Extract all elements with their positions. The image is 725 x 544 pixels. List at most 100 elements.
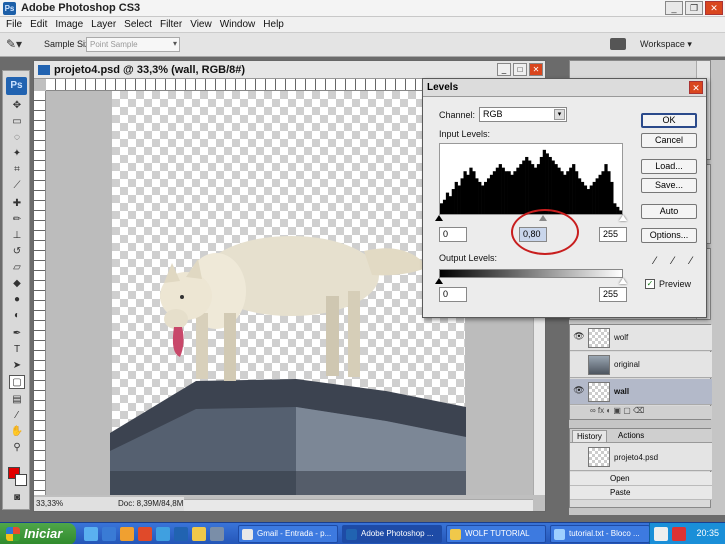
eye-icon[interactable]: 👁	[573, 385, 585, 397]
eye-icon[interactable]: 👁	[573, 331, 585, 343]
histogram-bar	[616, 206, 620, 214]
history-step[interactable]: Open	[570, 472, 712, 486]
output-black-field[interactable]: 0	[439, 287, 467, 302]
background-color-swatch[interactable]	[15, 474, 27, 486]
antivirus-icon[interactable]	[672, 527, 686, 541]
menu-filter[interactable]: Filter	[156, 19, 186, 30]
wolf-ear-left	[164, 263, 180, 283]
input-black-field[interactable]: 0	[439, 227, 467, 242]
task-wolf-tutorial[interactable]: WOLF TUTORIAL	[446, 525, 546, 543]
menu-layer[interactable]: Layer	[87, 19, 120, 30]
menu-image[interactable]: Image	[51, 19, 87, 30]
menu-view[interactable]: View	[186, 19, 216, 30]
tab-actions[interactable]: Actions	[614, 430, 648, 442]
shape-icon[interactable]: ▢	[9, 375, 25, 389]
preview-checkbox[interactable]: ✓	[645, 279, 655, 289]
auto-button[interactable]: Auto	[641, 204, 697, 219]
workspace-button[interactable]: Workspace ▾	[610, 36, 694, 53]
doc-minimize-button[interactable]: _	[497, 63, 511, 76]
dodge-icon[interactable]: ◐	[9, 309, 25, 323]
ps-logo-icon[interactable]: Ps	[6, 77, 27, 95]
white-eyedropper-icon[interactable]: ⁄	[685, 255, 697, 269]
layer-row-wolf[interactable]: 👁 wolf	[570, 325, 712, 351]
output-white-handle[interactable]	[619, 278, 627, 284]
history-brush-icon[interactable]: ↺	[9, 245, 25, 259]
clock[interactable]: 20:35	[696, 528, 719, 538]
messenger-icon[interactable]	[156, 527, 170, 541]
sample-size-select[interactable]: Point Sample ▾	[86, 37, 180, 52]
healing-icon[interactable]: ✚	[9, 197, 25, 211]
close-button[interactable]: ✕	[705, 1, 723, 15]
eyedropper-icon[interactable]: ⁄	[9, 409, 25, 423]
channel-select[interactable]: RGB ▾	[479, 107, 567, 122]
media-icon[interactable]	[138, 527, 152, 541]
brush-icon[interactable]: ✏	[9, 213, 25, 227]
eraser-icon[interactable]: ▱	[9, 261, 25, 275]
menu-help[interactable]: Help	[259, 19, 288, 30]
restore-button[interactable]: ❐	[685, 1, 703, 15]
histogram-bar	[478, 181, 482, 214]
doc-size-info[interactable]: Doc: 8,39M/84,8M	[118, 499, 183, 508]
doc-maximize-button[interactable]: □	[513, 63, 527, 76]
eyedropper-tool-preset-icon[interactable]: ✎▾	[6, 37, 30, 53]
network-icon[interactable]	[654, 527, 668, 541]
toolbox: Ps ✥ ▭ ◌ ✦ ⌗ ⟋ ✚ ✏ ⊥ ↺ ▱ ◆ ● ◐ ✒ T ➤ ▢ ▤…	[2, 70, 30, 510]
folder-icon[interactable]	[192, 527, 206, 541]
menu-file[interactable]: File	[2, 19, 26, 30]
output-levels-slider[interactable]	[435, 278, 627, 286]
path-select-icon[interactable]: ➤	[9, 359, 25, 373]
notes-icon[interactable]: ▤	[9, 393, 25, 407]
input-white-handle[interactable]	[619, 215, 627, 221]
type-icon[interactable]: T	[9, 343, 25, 357]
firefox-icon[interactable]	[120, 527, 134, 541]
save-button[interactable]: Save...	[641, 178, 697, 193]
input-black-handle[interactable]	[435, 215, 443, 221]
doc-close-button[interactable]: ✕	[529, 63, 543, 76]
hand-icon[interactable]: ✋	[9, 425, 25, 439]
task-photoshop[interactable]: Adobe Photoshop ...	[342, 525, 442, 543]
history-step[interactable]: Paste	[570, 486, 712, 500]
options-button[interactable]: Options...	[641, 228, 697, 243]
black-eyedropper-icon[interactable]: ⁄	[649, 255, 661, 269]
layer-row-wall[interactable]: 👁 wall	[570, 379, 712, 405]
zoom-level[interactable]: 33,33%	[36, 499, 63, 508]
zoom-icon[interactable]: ⚲	[9, 441, 25, 455]
start-button[interactable]: Iniciar	[0, 523, 76, 544]
minimize-button[interactable]: _	[665, 1, 683, 15]
menu-window[interactable]: Window	[216, 19, 260, 30]
crop-icon[interactable]: ⌗	[9, 163, 25, 177]
menu-edit[interactable]: Edit	[26, 19, 51, 30]
tab-history[interactable]: History	[572, 430, 607, 442]
lasso-icon[interactable]: ◌	[9, 131, 25, 145]
ie-icon[interactable]	[102, 527, 116, 541]
magic-wand-icon[interactable]: ✦	[9, 147, 25, 161]
quick-mask-icon[interactable]: ◙	[9, 491, 25, 505]
task-notepad[interactable]: tutorial.txt - Bloco ...	[550, 525, 650, 543]
blur-icon[interactable]: ●	[9, 293, 25, 307]
desktop-icon[interactable]	[84, 527, 98, 541]
pen-icon[interactable]: ✒	[9, 327, 25, 341]
histogram-bar	[484, 181, 488, 214]
move-icon[interactable]: ✥	[9, 99, 25, 113]
output-black-handle[interactable]	[435, 278, 443, 284]
app-icon[interactable]	[210, 527, 224, 541]
bucket-icon[interactable]: ◆	[9, 277, 25, 291]
gray-eyedropper-icon[interactable]: ⁄	[667, 255, 679, 269]
marquee-icon[interactable]: ▭	[9, 115, 25, 129]
slice-icon[interactable]: ⟋	[9, 179, 25, 193]
load-button[interactable]: Load...	[641, 159, 697, 174]
ok-button[interactable]: OK	[641, 113, 697, 128]
stamp-icon[interactable]: ⊥	[9, 229, 25, 243]
output-white-field[interactable]: 255	[599, 287, 627, 302]
levels-close-button[interactable]: ✕	[689, 81, 703, 94]
task-gmail[interactable]: Gmail - Entrada - p...	[238, 525, 338, 543]
menu-select[interactable]: Select	[120, 19, 156, 30]
histogram-bar	[469, 167, 473, 214]
cancel-button[interactable]: Cancel	[641, 133, 697, 148]
history-snapshot[interactable]: projeto4.psd	[570, 443, 712, 471]
layer-row-original[interactable]: original	[570, 352, 712, 378]
document-statusbar: 33,33% Doc: 8,39M/84,8M	[34, 497, 184, 511]
input-white-field[interactable]: 255	[599, 227, 627, 242]
visibility-off-icon[interactable]	[573, 358, 585, 370]
photoshop-quicklaunch-icon[interactable]	[174, 527, 188, 541]
